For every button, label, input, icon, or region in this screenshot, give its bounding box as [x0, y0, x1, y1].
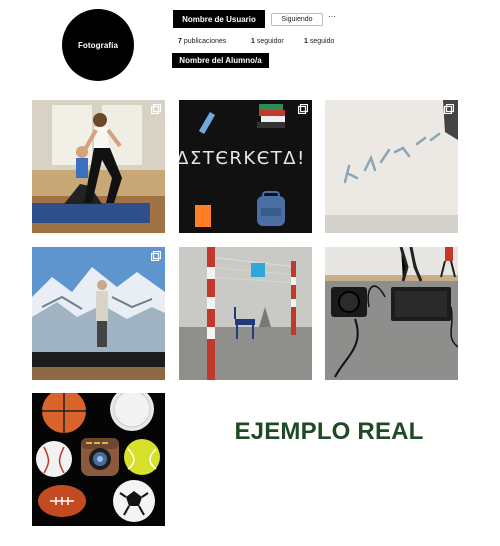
- following-label: seguido: [309, 38, 335, 45]
- followers-label: seguidor: [256, 38, 284, 45]
- gym-net-posts-photo: [179, 247, 312, 380]
- followers-count: 1: [251, 38, 255, 45]
- post-mountain-projection[interactable]: [32, 247, 165, 380]
- avatar-label: Fotografía: [77, 40, 119, 50]
- following-count-stat[interactable]: 1 seguido: [304, 38, 334, 45]
- following-button[interactable]: Siguiendo: [271, 13, 323, 26]
- multiple-photos-icon: [151, 251, 161, 261]
- profile-avatar[interactable]: Fotografía: [62, 9, 134, 81]
- posts-count: 7: [178, 38, 182, 45]
- post-sports-balls[interactable]: [32, 393, 165, 526]
- whiteboard-writing-photo: [325, 100, 458, 233]
- multiple-photos-icon: [151, 104, 161, 114]
- sports-balls-logo-collage: [32, 393, 165, 526]
- post-chalkboard[interactable]: ΔƩТЄRKЄТΔ!: [179, 100, 312, 233]
- post-yoga[interactable]: [32, 100, 165, 233]
- post-gym-net[interactable]: [179, 247, 312, 380]
- yoga-stretch-photo: [32, 100, 165, 233]
- username-text: Nombre de Usuario: [182, 14, 256, 24]
- followers-count-stat[interactable]: 1 seguidor: [251, 38, 284, 45]
- gym-floor-equipment-photo: [325, 247, 458, 380]
- posts-label: publicaciones: [183, 38, 227, 45]
- posts-count-stat: 7 publicaciones: [178, 38, 226, 45]
- snowy-mountain-projection-photo: [32, 247, 165, 380]
- example-caption: EJEMPLO REAL: [234, 418, 424, 445]
- post-whiteboard[interactable]: [325, 100, 458, 233]
- following-count: 1: [304, 38, 308, 45]
- multiple-photos-icon: [444, 104, 454, 114]
- multiple-photos-icon: [298, 104, 308, 114]
- full-name-text: Nombre del Alumno/a: [179, 56, 262, 65]
- post-gym-floor[interactable]: [325, 247, 458, 380]
- username: Nombre de Usuario: [173, 10, 265, 28]
- more-options-icon[interactable]: ···: [328, 11, 336, 21]
- chalk-text: ΔƩТЄRKЄТΔ!: [179, 148, 306, 169]
- chalkboard-doodle-photo: ΔƩТЄRKЄТΔ!: [179, 100, 312, 233]
- full-name: Nombre del Alumno/a: [172, 53, 269, 68]
